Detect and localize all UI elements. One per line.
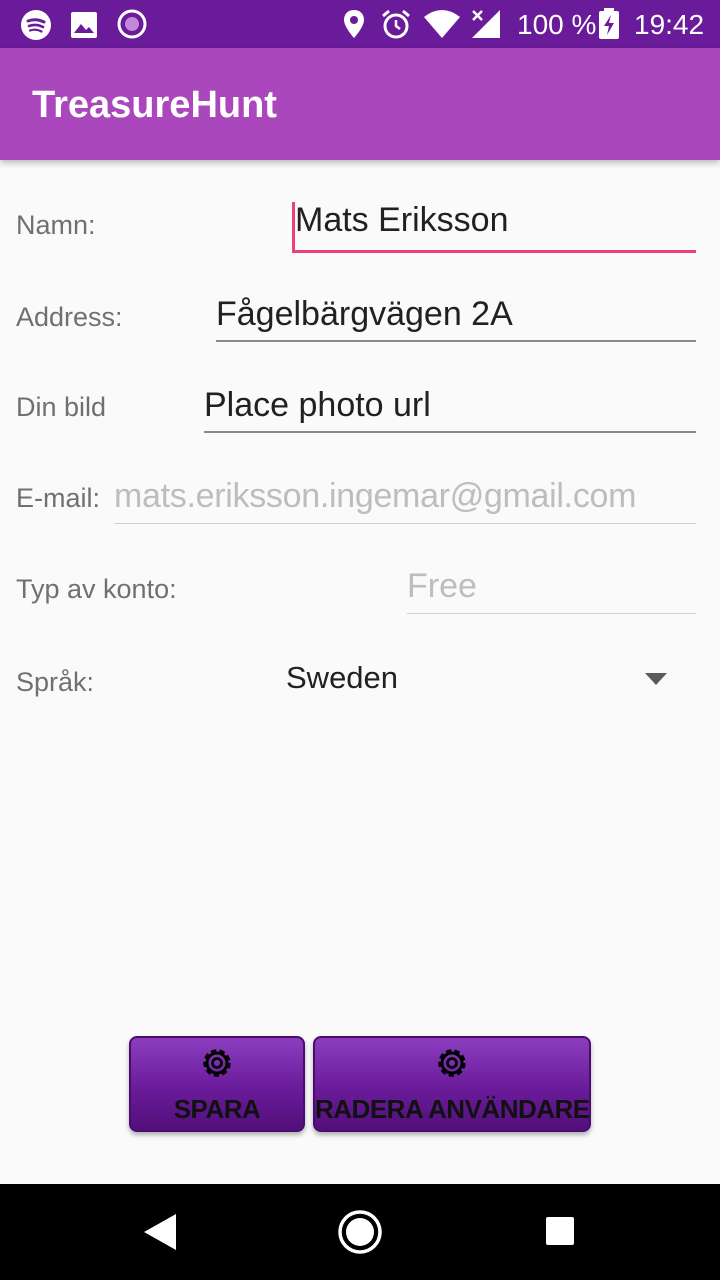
save-button[interactable]: SPARA: [129, 1036, 305, 1132]
dropdown-arrow-icon: [645, 673, 667, 685]
email-field: mats.eriksson.ingemar@gmail.com: [114, 474, 696, 524]
delete-user-button[interactable]: RADERA ANVÄNDARE: [313, 1036, 591, 1132]
recents-icon[interactable]: [545, 1216, 575, 1251]
save-button-label: SPARA: [173, 1094, 261, 1124]
photo-url-value: Place photo url: [204, 386, 431, 424]
circle-icon: [117, 9, 147, 44]
name-value: Mats Eriksson: [295, 201, 509, 239]
image-icon: [70, 11, 98, 44]
spotify-icon: [20, 9, 52, 46]
name-label: Namn:: [16, 210, 96, 240]
location-icon: [342, 9, 366, 44]
navigation-bar: [0, 1184, 720, 1280]
address-field[interactable]: Fågelbärgvägen 2A: [216, 292, 696, 342]
language-selected: Sweden: [286, 660, 399, 695]
text-cursor: [292, 202, 295, 250]
app-title: TreasureHunt: [32, 84, 277, 126]
account-type-underline: [407, 613, 696, 614]
email-value: mats.eriksson.ingemar@gmail.com: [114, 477, 637, 515]
photo-label: Din bild: [16, 392, 107, 422]
battery-percentage: 100 %: [517, 9, 597, 40]
account-type-field: Free: [407, 564, 696, 614]
status-bar: 100 % 19:42: [0, 0, 720, 48]
delete-user-button-label: RADERA ANVÄNDARE: [315, 1094, 590, 1124]
name-underline: [292, 250, 696, 253]
home-icon[interactable]: [336, 1208, 384, 1261]
alarm-icon: [380, 8, 412, 45]
clock: 19:42: [634, 9, 705, 40]
wifi-icon: [423, 8, 461, 45]
email-label: E-mail:: [16, 483, 101, 513]
signal-icon: [470, 8, 502, 45]
address-label: Address:: [16, 302, 123, 332]
name-field[interactable]: Mats Eriksson: [292, 198, 696, 253]
photo-url-field[interactable]: Place photo url: [204, 383, 696, 433]
gear-icon: [196, 1042, 238, 1089]
app-bar: TreasureHunt: [0, 48, 720, 160]
gear-icon: [431, 1042, 473, 1089]
address-value: Fågelbärgvägen 2A: [216, 295, 513, 333]
address-underline: [216, 340, 696, 342]
back-icon[interactable]: [140, 1212, 180, 1257]
account-type-label: Typ av konto:: [16, 574, 177, 604]
account-type-value: Free: [407, 567, 477, 605]
photo-url-underline: [204, 431, 696, 433]
battery-icon: [598, 8, 620, 45]
email-underline: [114, 523, 696, 524]
language-label: Språk:: [16, 667, 95, 697]
